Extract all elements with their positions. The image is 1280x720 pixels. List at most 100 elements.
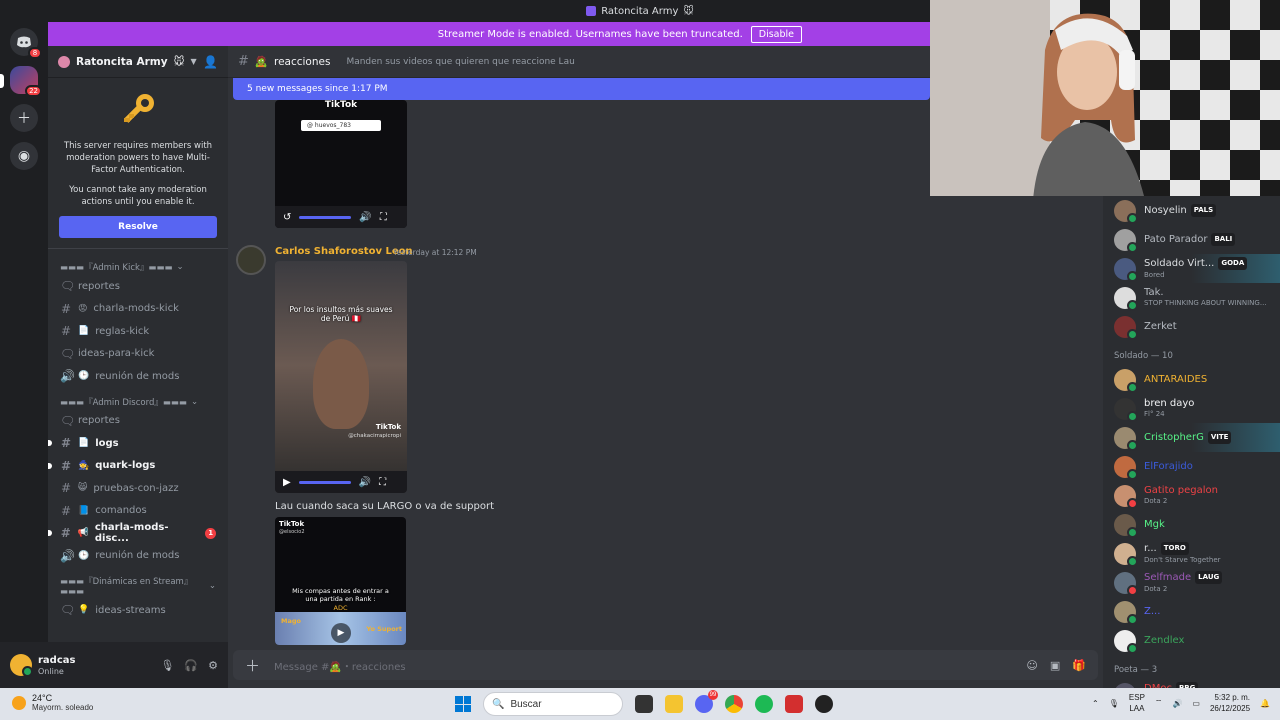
adc-label: ADC bbox=[333, 604, 348, 612]
volume-icon[interactable]: 🔊 bbox=[359, 212, 371, 223]
weather-widget[interactable]: 24°C Mayorm. soleado bbox=[12, 693, 93, 712]
member-item[interactable]: DMocBBGMinecraft bbox=[1103, 679, 1280, 688]
headphones-icon[interactable]: 🎧 bbox=[184, 659, 198, 672]
member-item[interactable]: Mgk bbox=[1103, 510, 1280, 539]
discord-taskbar-badge: 99 bbox=[708, 690, 718, 700]
windows-start-icon[interactable] bbox=[455, 696, 471, 712]
language-indicator[interactable]: ESP LAA bbox=[1129, 692, 1145, 714]
member-item[interactable]: Tak. STOP THINKING ABOUT WINNING... bbox=[1103, 283, 1280, 312]
channel-item[interactable]: 🔊 🕒 reunión de mods bbox=[48, 365, 228, 388]
progress-bar[interactable] bbox=[298, 480, 351, 484]
fullscreen-icon[interactable]: ⛶ bbox=[380, 212, 387, 223]
discord-taskbar-icon[interactable]: 99 bbox=[695, 690, 718, 713]
channel-item[interactable]: # 📢 charla-mods-disc... 1 bbox=[48, 522, 228, 545]
channel-item[interactable]: # 🧙 quark-logs bbox=[48, 455, 228, 478]
member-info: ElForajido bbox=[1144, 461, 1193, 472]
channel-item[interactable]: 🔊 🕒 reunión de mods bbox=[48, 545, 228, 568]
disable-streamer-button[interactable]: Disable bbox=[750, 25, 802, 43]
microphone-icon[interactable]: 🎙 bbox=[1109, 699, 1119, 708]
chevron-up-icon[interactable]: ⌃ bbox=[1092, 699, 1099, 708]
message-author[interactable]: Carlos Shaforostov Leon bbox=[275, 246, 413, 257]
resolve-button[interactable]: Resolve bbox=[59, 216, 217, 238]
system-tray: ⌃ 🎙 ESP LAA ⌔ 🔊 ▭ 5:32 p. m. 26/12/2025 … bbox=[1092, 692, 1270, 714]
category-header[interactable]: ▬▬▬『Admin Discord』▬▬▬ ⌄ bbox=[48, 388, 228, 410]
channel-item[interactable]: 🗨 💡 ideas-streams bbox=[48, 599, 228, 622]
member-item[interactable]: Nosyelin PALS bbox=[1103, 196, 1280, 225]
channel-item[interactable]: # 😸 pruebas-con-jazz bbox=[48, 477, 228, 500]
channel-item[interactable]: # 📄 logs bbox=[48, 432, 228, 455]
taskbar-search[interactable]: 🔍 Buscar bbox=[483, 692, 623, 716]
microphone-icon[interactable]: 🎙 bbox=[160, 659, 174, 672]
server-rail: 8 22 ＋ ◉ bbox=[0, 22, 48, 688]
channel-item[interactable]: # 📄 reglas-kick bbox=[48, 320, 228, 343]
battery-icon[interactable]: ▭ bbox=[1192, 699, 1200, 708]
avatar bbox=[1114, 228, 1138, 253]
add-server-button[interactable]: ＋ bbox=[10, 104, 38, 132]
member-tag: PALS bbox=[1190, 204, 1217, 217]
message-input[interactable]: Message #🧟・reacciones bbox=[274, 658, 406, 673]
member-item[interactable]: Zendlex bbox=[1103, 626, 1280, 655]
spotify-icon[interactable] bbox=[755, 695, 773, 713]
avatar[interactable] bbox=[10, 654, 33, 677]
member-item[interactable]: Z... bbox=[1103, 597, 1280, 626]
invite-people-icon[interactable]: 👤 bbox=[203, 55, 218, 69]
member-item[interactable]: Zerket bbox=[1103, 312, 1280, 341]
member-item[interactable]: bren dayo Fl° 24 bbox=[1103, 394, 1280, 423]
file-explorer-icon[interactable] bbox=[665, 695, 683, 713]
sticker-icon[interactable]: ▣ bbox=[1050, 659, 1060, 672]
video-embed[interactable]: Por los insultos más suaves de Perú 🇵🇪 T… bbox=[275, 261, 407, 493]
volume-icon[interactable]: 🔊 bbox=[1172, 699, 1182, 708]
channel-item[interactable]: 🗨 ideas-para-kick bbox=[48, 343, 228, 366]
channel-item[interactable]: # 😡 charla-mods-kick bbox=[48, 298, 228, 321]
category-header[interactable]: ▬▬▬『Admin Kick』▬▬▬ ⌄ bbox=[48, 253, 228, 275]
video-embed[interactable]: TikTok @ huevos_783 ↺ 🔊 ⛶ bbox=[275, 100, 407, 228]
gift-icon[interactable]: 🎁 bbox=[1072, 659, 1086, 672]
member-item[interactable]: CristopherG VITE bbox=[1103, 423, 1280, 452]
app-icon[interactable] bbox=[785, 695, 803, 713]
progress-bar[interactable] bbox=[299, 215, 352, 219]
discover-button[interactable]: ◉ bbox=[10, 142, 38, 170]
server-header[interactable]: Ratoncita Army 🐭 ▼ 👤 bbox=[48, 46, 228, 78]
server-ratoncita-button[interactable]: 22 bbox=[0, 66, 42, 97]
category-header[interactable]: ▬▬▬『Dinámicas en Stream』▬▬▬ ⌄ bbox=[48, 567, 228, 599]
gear-icon[interactable]: ⚙ bbox=[208, 659, 218, 672]
member-item[interactable]: Gatito pegalon Dota 2 bbox=[1103, 481, 1280, 510]
avatar[interactable] bbox=[236, 245, 266, 275]
member-item[interactable]: ElForajido bbox=[1103, 452, 1280, 481]
member-item[interactable]: r... TORO Don't Starve Together bbox=[1103, 539, 1280, 568]
member-group-top: Nosyelin PALS Pato Parador BALI Soldado Virt… bbox=[1103, 196, 1280, 341]
member-name: Zendlex bbox=[1144, 635, 1185, 646]
gif-icon[interactable]: ☺ bbox=[1026, 659, 1037, 672]
volume-icon[interactable]: 🔊 bbox=[359, 477, 371, 488]
chrome-icon[interactable] bbox=[725, 695, 743, 713]
clock-date: 26/12/2025 bbox=[1209, 704, 1251, 713]
obs-icon[interactable] bbox=[815, 695, 833, 713]
direct-messages-button[interactable]: 8 bbox=[10, 28, 42, 59]
avatar bbox=[1114, 600, 1138, 625]
play-icon[interactable]: ▶ bbox=[331, 623, 351, 643]
member-item[interactable]: Selfmade LAUG Dota 2 bbox=[1103, 568, 1280, 597]
composer-tools: ☺ ▣ 🎁 bbox=[1026, 659, 1086, 672]
member-item[interactable]: Soldado Virt... GODA Bored bbox=[1103, 254, 1280, 283]
message-composer[interactable]: ＋ Message #🧟・reacciones ☺ ▣ 🎁 bbox=[233, 650, 1098, 680]
wifi-icon[interactable]: ⌔ bbox=[1155, 698, 1163, 708]
new-messages-bar[interactable]: 5 new messages since 1:17 PM bbox=[233, 78, 930, 100]
replay-icon[interactable]: ↺ bbox=[283, 212, 291, 223]
channel-item[interactable]: 🗨 reportes bbox=[48, 275, 228, 298]
notification-icon[interactable]: 🔔 bbox=[1260, 699, 1270, 708]
member-name: r... bbox=[1144, 542, 1157, 554]
task-view-icon[interactable] bbox=[635, 695, 653, 713]
voice-channel-icon: 🔊 bbox=[60, 369, 75, 384]
video-embed[interactable]: TikTok @elsocio2 Mis compas antes de ent… bbox=[275, 517, 406, 645]
channel-item[interactable]: 🗨 reportes bbox=[48, 410, 228, 433]
plus-icon[interactable]: ＋ bbox=[245, 655, 260, 676]
avatar bbox=[1114, 368, 1138, 393]
member-item[interactable]: Pato Parador BALI bbox=[1103, 225, 1280, 254]
support-label: Yo Suport bbox=[366, 625, 402, 633]
play-icon[interactable]: ▶ bbox=[283, 477, 291, 488]
clock[interactable]: 5:32 p. m. 26/12/2025 bbox=[1210, 692, 1250, 714]
fullscreen-icon[interactable]: ⛶ bbox=[379, 477, 386, 488]
channel-item[interactable]: # 📘 comandos bbox=[48, 500, 228, 523]
member-item[interactable]: ANTARAIDES bbox=[1103, 365, 1280, 394]
server-icon bbox=[58, 55, 70, 68]
